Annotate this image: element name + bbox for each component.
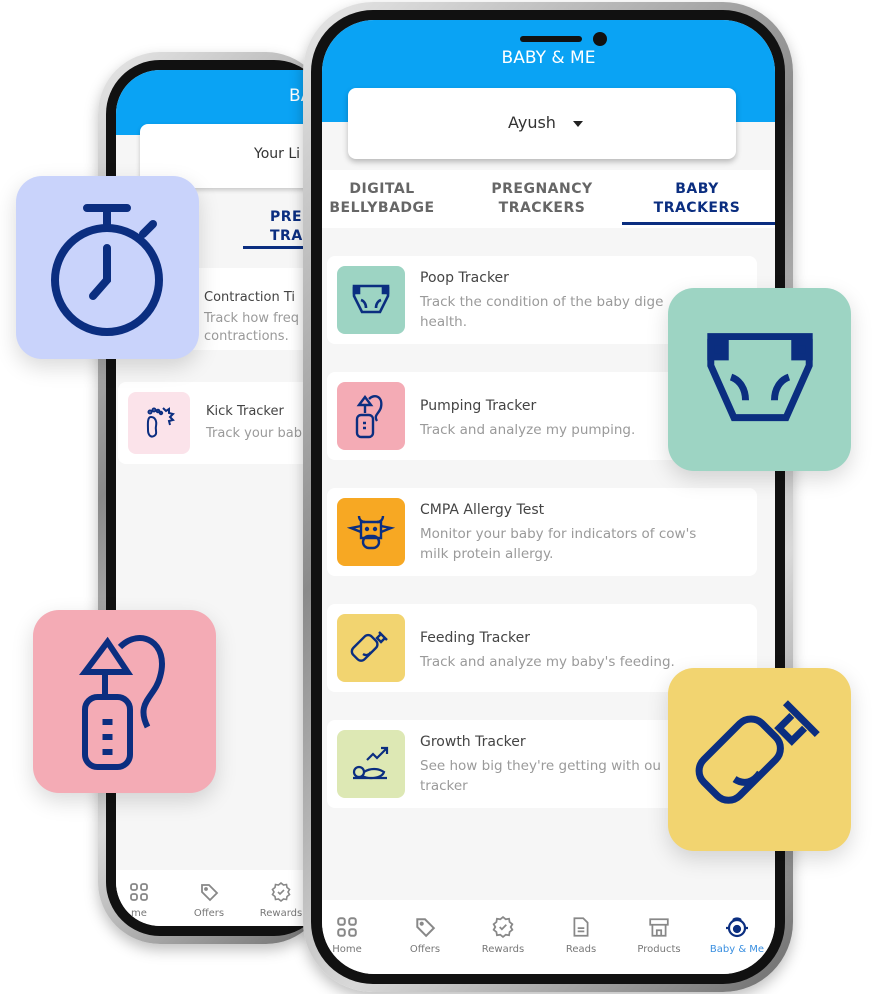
nav-baby-and-me[interactable]: Baby & Me [702,916,772,955]
speaker [520,36,582,42]
camera [593,32,607,46]
diaper-icon [706,332,813,421]
diaper-tile [668,288,851,471]
baby-growth-icon [337,730,405,798]
nav-products[interactable]: Products [624,916,694,955]
nav-rewards[interactable]: Rewards [468,916,538,955]
list-item[interactable]: Kick Tracker Track your bab [118,382,328,464]
diaper-icon [337,266,405,334]
stopwatch-icon [50,203,163,336]
breast-pump-icon [78,634,165,770]
selector-value: Ayush [508,113,556,132]
nav-offers[interactable]: Offers [174,882,244,919]
stopwatch-tile [16,176,199,359]
nav-home[interactable]: Home [322,916,382,955]
breast-pump-icon [337,382,405,450]
child-selector[interactable]: Ayush [348,88,736,159]
nav-offers[interactable]: Offers [390,916,460,955]
caret-down-icon [573,121,583,127]
tab-pregnancy-trackers[interactable]: PREGNANCY TRACKERS [477,180,607,218]
nav-home[interactable]: me [116,882,174,919]
tab-pregnancy-trackers[interactable]: PRE TRA [270,208,303,246]
tab-baby-trackers[interactable]: BABY TRACKERS [622,180,772,218]
footprint-icon [128,392,190,454]
selector-label: Your Li [254,146,301,162]
baby-bottle-icon [337,614,405,682]
tab-digital-bellybadge[interactable]: DIGITAL BELLYBADGE [322,180,442,218]
nav-reads[interactable]: Reads [546,916,616,955]
baby-bottle-tile [668,668,851,851]
baby-bottle-icon [695,699,820,804]
active-tab-underline [622,222,775,225]
cow-icon [337,498,405,566]
breast-pump-tile [33,610,216,793]
list-item-cmpa-allergy-test[interactable]: CMPA Allergy Test Monitor your baby for … [327,488,757,576]
